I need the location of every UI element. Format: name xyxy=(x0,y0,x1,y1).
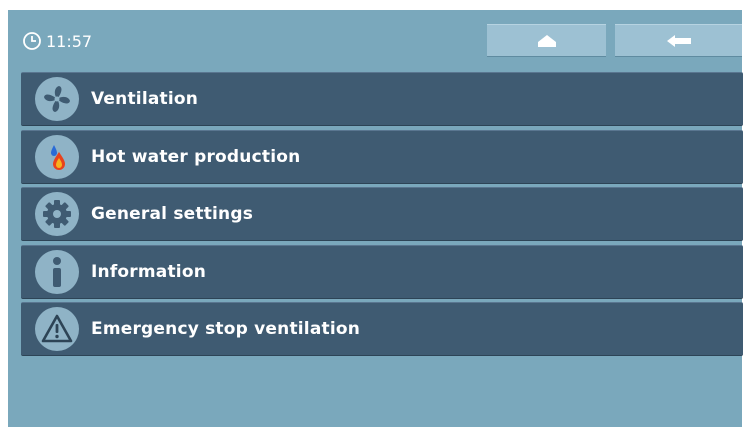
menu-item-label: Information xyxy=(91,261,207,282)
home-icon xyxy=(537,34,556,47)
back-arrow-icon xyxy=(666,34,691,47)
back-button[interactable] xyxy=(615,24,742,57)
top-bar: 11:57 xyxy=(8,10,742,68)
screen: 11:57 Ventilation Hot water production G… xyxy=(8,10,743,427)
menu-item-label: Ventilation xyxy=(91,89,199,109)
hot-water-icon xyxy=(35,134,79,179)
menu-item-general-settings[interactable]: General settings xyxy=(21,187,743,241)
time-display: 11:57 xyxy=(46,31,93,51)
menu-item-information[interactable]: Information xyxy=(21,244,743,299)
menu-item-label: Emergency stop ventilation xyxy=(91,319,361,339)
info-icon xyxy=(35,249,79,294)
clock: 11:57 xyxy=(22,30,92,52)
menu-item-label: General settings xyxy=(91,204,254,224)
warning-icon xyxy=(35,307,79,351)
gear-icon xyxy=(35,192,79,236)
fan-icon xyxy=(35,77,79,121)
clock-icon xyxy=(23,32,41,50)
main-menu: Ventilation Hot water production General… xyxy=(21,72,743,360)
menu-item-label: Hot water production xyxy=(91,146,301,167)
menu-item-ventilation[interactable]: Ventilation xyxy=(21,72,743,126)
home-button[interactable] xyxy=(487,24,606,57)
menu-item-emergency-stop[interactable]: Emergency stop ventilation xyxy=(21,302,743,356)
menu-item-hot-water[interactable]: Hot water production xyxy=(21,129,743,184)
